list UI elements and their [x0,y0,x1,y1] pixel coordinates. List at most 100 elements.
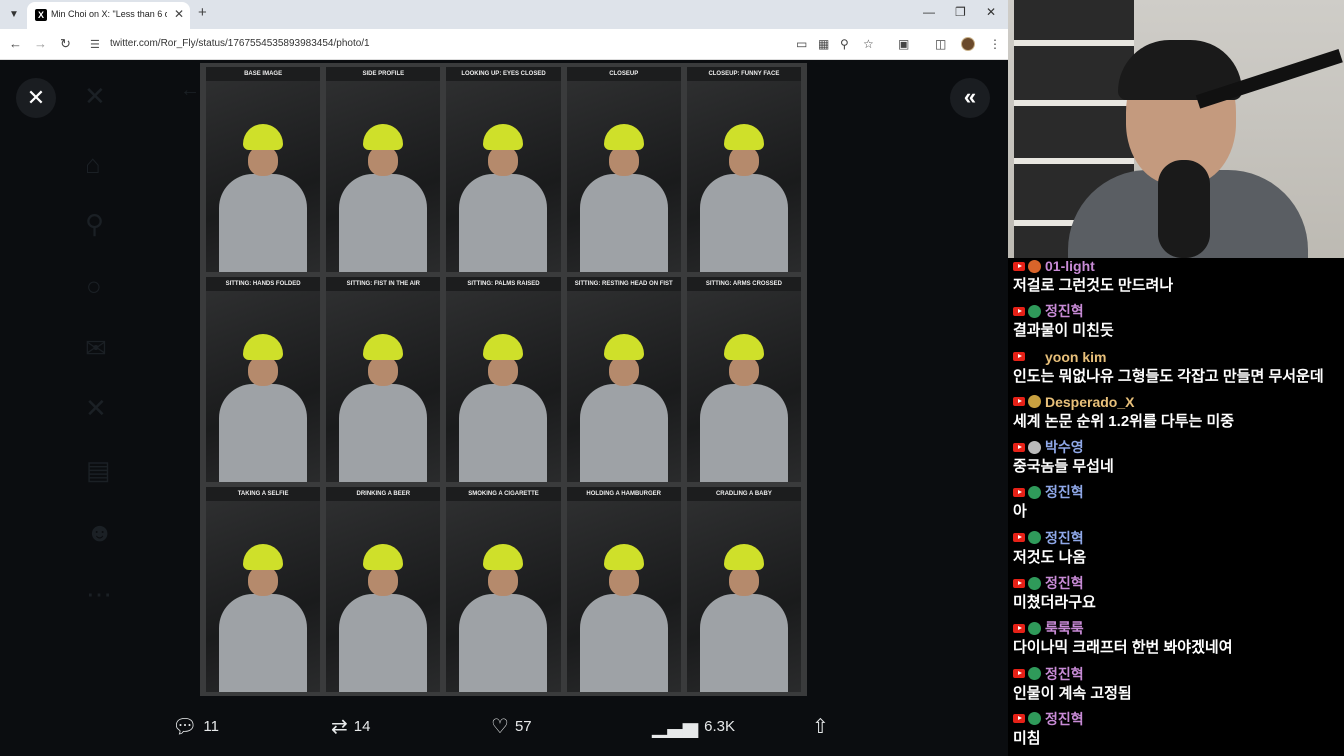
face [488,566,519,597]
reply-button[interactable]: 💬︎ 11 [172,714,219,739]
user-avatar [1028,576,1041,590]
share-button[interactable]: ⇧ [812,714,835,739]
chat-username[interactable]: 정진혁 [1045,711,1084,727]
pose-grid: BASE IMAGE SIDE PROFILE LOOKING UP: EYES C… [206,67,801,692]
chat-username[interactable]: 정진혁 [1045,484,1084,500]
face [488,146,519,177]
window-close-icon[interactable]: ✕ [986,5,996,19]
youtube-icon [1013,669,1025,679]
live-chat: 01-light 저걸로 그런것도 만드려나 정진혁 결과물이 미친듯 yoon kim… [1008,258,1344,756]
pose-label: HOLDING A HAMBURGER [566,487,681,501]
url-text: twitter.com/Ror_Fly/status/1767554535893… [110,38,370,49]
new-tab-icon[interactable]: + [198,4,207,21]
screen: ▼ X Min Choi on X: "Less than 6 d ✕ + — … [0,0,1344,756]
user-avatar [1028,440,1041,454]
user-avatar [1028,259,1041,273]
hoodie [459,174,548,272]
bookmark-star-icon[interactable]: ☆ [863,37,874,51]
pose-cell: BASE IMAGE [206,67,321,272]
pose-cell: TAKING A SELFIE [206,487,321,692]
pose-label: SITTING: ARMS CROSSED [686,277,801,291]
retweet-button[interactable]: ⇄ 14 [331,714,370,739]
face [608,566,639,597]
extensions-icon[interactable]: ▣ [898,37,909,51]
address-bar[interactable]: ☰ twitter.com/Ror_Fly/status/17675545358… [84,33,884,56]
chat-username[interactable]: yoon kim [1045,349,1106,365]
hoodie [699,594,788,692]
tab-search-icon[interactable]: ▼ [5,6,23,24]
dimmed-sidebar: ✕ ⌂ ⚲ ○ ✉ ✕ ▤ ☻ ⋯ [0,61,200,756]
chat-username[interactable]: 룩룩룩 [1045,620,1084,636]
close-viewer-button[interactable]: ✕ [16,78,56,118]
chat-username[interactable]: 정진혁 [1045,575,1084,591]
translate-icon[interactable]: ▦ [818,37,829,51]
streamer-webcam [1008,0,1344,258]
tab-bar: ▼ X Min Choi on X: "Less than 6 d ✕ + — … [0,0,1008,29]
pose-label: CLOSEUP: FUNNY FACE [686,67,801,81]
face [368,566,399,597]
chat-message: 룩룩룩 다이나믹 크래프터 한번 봐야겠네여 [1013,620,1344,665]
chat-username[interactable]: 박수영 [1045,439,1084,455]
like-count: 57 [514,718,532,735]
cast-icon[interactable]: ▭ [796,37,807,51]
youtube-icon [1013,261,1025,271]
pose-label: SITTING: RESTING HEAD ON FIST [566,277,681,291]
more-icon: ⋯ [86,579,112,609]
profile-avatar[interactable] [961,37,975,51]
side-panel-icon[interactable]: ◫ [935,37,946,51]
chat-username[interactable]: 정진혁 [1045,666,1084,682]
chat-text: 인도는 뭐없나유 그형들도 각잡고 만들면 무서운데 [1013,367,1324,385]
user-avatar [1028,395,1041,409]
browser-tab[interactable]: X Min Choi on X: "Less than 6 d ✕ [27,2,190,29]
tab-close-icon[interactable]: ✕ [174,7,184,21]
hoodie [339,594,428,692]
youtube-icon [1013,623,1025,633]
face [728,356,759,387]
like-button[interactable]: ♡ 57 [491,714,532,739]
reply-count: 11 [203,718,219,735]
hoodie [219,174,308,272]
chat-text: 미쳤더라구요 [1013,594,1096,612]
chat-text: 아 [1013,503,1027,521]
search-icon: ⚲ [85,209,105,239]
youtube-icon [1013,442,1025,452]
hoodie [459,384,548,482]
forward-icon[interactable]: → [34,36,47,51]
pose-label: SITTING: HANDS FOLDED [206,277,321,291]
analytics-icon: ▁▃▅ [652,716,699,738]
back-icon[interactable]: ← [9,36,22,51]
hoodie [339,384,428,482]
menu-kebab-icon[interactable]: ⋮ [989,37,1001,51]
pose-cell: CRADLING A BABY [686,487,801,692]
hoodie [699,384,788,482]
views-button[interactable]: ▁▃▅ 6.3K [652,714,735,739]
chat-username[interactable]: 정진혁 [1045,303,1084,319]
chat-text: 결과물이 미친듯 [1013,322,1114,340]
chat-username[interactable]: 정진혁 [1045,530,1084,546]
chat-username[interactable]: Desperado_X [1045,394,1134,410]
minimize-icon[interactable]: — [923,5,935,19]
retweet-count: 14 [353,718,371,735]
expand-panel-button[interactable]: « [950,78,990,118]
face [368,356,399,387]
face [248,146,279,177]
face [608,146,639,177]
zoom-icon[interactable]: ⚲ [840,37,849,51]
user-avatar [1028,304,1041,318]
reload-icon[interactable]: ↻ [60,36,71,52]
site-info-icon[interactable]: ☰ [90,38,100,51]
youtube-icon [1013,306,1025,316]
youtube-icon [1013,533,1025,543]
x-logo-icon: ✕ [84,81,106,111]
chat-username[interactable]: 01-light [1045,258,1095,274]
chat-text: 중국놈들 무섭네 [1013,458,1114,476]
browser-toolbar: ← → ↻ ☰ twitter.com/Ror_Fly/status/17675… [0,29,1008,60]
chat-text: 저것도 나옴 [1013,548,1087,566]
view-count: 6.3K [704,718,736,735]
hoodie [579,384,668,482]
tweet-photo[interactable]: BASE IMAGE SIDE PROFILE LOOKING UP: EYES C… [200,63,807,696]
pose-label: BASE IMAGE [206,67,321,81]
hoodie [699,174,788,272]
face [248,356,279,387]
restore-icon[interactable]: ❐ [955,5,966,19]
